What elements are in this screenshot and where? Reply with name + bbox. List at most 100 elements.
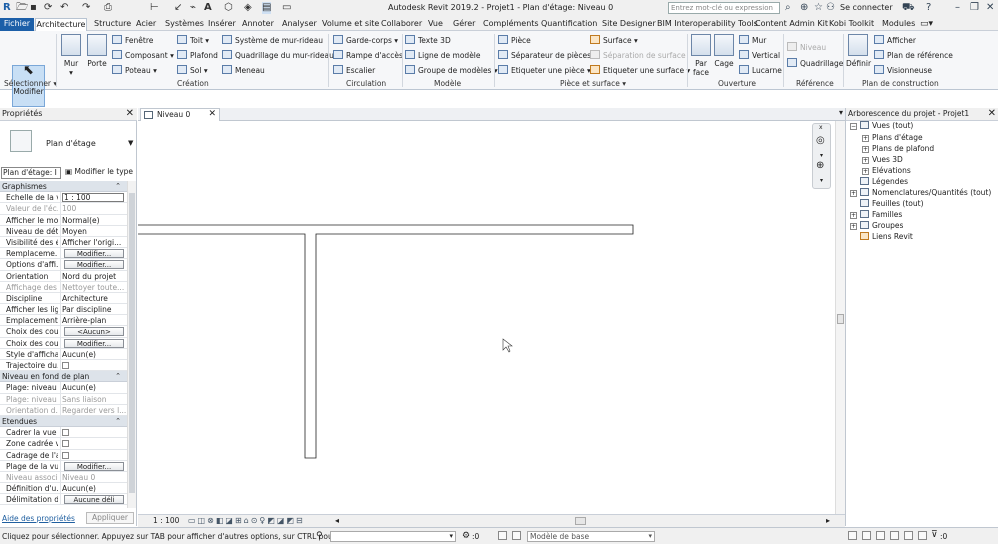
property-value-cell[interactable]: Modifier... bbox=[60, 337, 126, 348]
filter-icon[interactable]: ⊽ bbox=[931, 530, 938, 540]
aligned-dimension-icon[interactable]: ↙ bbox=[174, 2, 182, 14]
binoculars-icon[interactable]: ⌕ bbox=[785, 2, 791, 14]
editing-requests-icon[interactable]: ⚙ bbox=[462, 531, 470, 541]
expand-icon[interactable]: + bbox=[862, 167, 869, 175]
property-edit-button[interactable]: Aucune déli bbox=[64, 495, 124, 505]
minimize-button[interactable]: – bbox=[955, 2, 960, 14]
tree-node-nomenclatures[interactable]: + Nomenclatures/Quantités (tout) bbox=[850, 187, 991, 198]
property-value-cell[interactable]: Afficher l'origi... bbox=[60, 236, 126, 248]
collapse-icon[interactable]: ⌃ bbox=[115, 181, 121, 192]
view-control-icons[interactable]: ▭◫⊗◧◪⊞⌂⊙♀◩◪◩⊟ bbox=[188, 516, 305, 525]
wall-opening-button[interactable]: Mur bbox=[739, 35, 766, 46]
scrollbar-thumb[interactable] bbox=[837, 314, 844, 324]
area-button[interactable]: Surface ▾ bbox=[590, 35, 638, 46]
close-button[interactable]: ✕ bbox=[986, 2, 994, 14]
tag-room-button[interactable]: Etiqueter une pièce ▾ bbox=[498, 65, 591, 76]
ramp-button[interactable]: Rampe d'accès bbox=[333, 50, 403, 61]
property-value-cell[interactable]: 1 : 100 bbox=[60, 192, 126, 203]
show-work-plane-button[interactable]: Afficher bbox=[874, 35, 916, 46]
property-edit-button[interactable]: Modifier... bbox=[64, 338, 124, 348]
property-value-cell[interactable]: Modifier... bbox=[60, 259, 126, 270]
tab-gerer[interactable]: Gérer bbox=[453, 18, 475, 31]
expand-icon[interactable]: + bbox=[862, 134, 869, 142]
property-value-cell[interactable]: Moyen bbox=[60, 225, 126, 236]
viewer-button[interactable]: Visionneuse bbox=[874, 65, 932, 76]
tab-quantification[interactable]: Quantification bbox=[541, 18, 597, 31]
project-browser-close-button[interactable]: ✕ bbox=[988, 108, 996, 120]
tab-annoter[interactable]: Annoter bbox=[242, 18, 274, 31]
background-process-icon[interactable] bbox=[918, 531, 927, 540]
ceiling-button[interactable]: Plafond bbox=[177, 50, 218, 61]
property-input[interactable]: 1 : 100 bbox=[62, 193, 124, 203]
property-value-cell[interactable] bbox=[60, 438, 126, 449]
tab-content-admin-kit[interactable]: Content Admin Kit bbox=[755, 18, 828, 31]
tree-node-legendes[interactable]: Légendes bbox=[860, 176, 908, 187]
expand-icon[interactable]: + bbox=[850, 189, 857, 197]
text-icon[interactable]: A bbox=[204, 2, 212, 14]
property-edit-button[interactable]: Modifier... bbox=[64, 249, 124, 259]
property-section-header[interactable]: Graphismes ⌃ bbox=[0, 181, 127, 193]
redo-icon[interactable]: ↷ bbox=[82, 2, 90, 14]
tag-icon[interactable]: ⌁ bbox=[190, 2, 196, 14]
room-separator-button[interactable]: Séparateur de pièces bbox=[498, 50, 591, 61]
tab-collaborer[interactable]: Collaborer bbox=[381, 18, 422, 31]
section-icon[interactable]: ◈ bbox=[244, 2, 252, 14]
chevron-down-icon[interactable]: ▾ bbox=[820, 177, 823, 184]
property-checkbox[interactable] bbox=[62, 440, 69, 448]
tab-fichier[interactable]: Fichier bbox=[0, 18, 34, 31]
close-icon[interactable]: x bbox=[819, 124, 823, 131]
property-value-cell[interactable]: Normal(e) bbox=[60, 214, 126, 225]
canvas-vertical-scrollbar[interactable] bbox=[835, 121, 845, 514]
tab-acier[interactable]: Acier bbox=[136, 18, 156, 31]
tab-architecture[interactable]: Architecture bbox=[35, 18, 87, 31]
collapse-icon[interactable]: ⌃ bbox=[115, 416, 121, 427]
properties-scrollbar[interactable] bbox=[127, 181, 136, 508]
tree-node-vues[interactable]: − Vues (tout) bbox=[850, 121, 913, 131]
room-button[interactable]: Pièce bbox=[498, 35, 531, 46]
apply-button[interactable]: Appliquer bbox=[86, 512, 134, 524]
property-value-cell[interactable]: Aucun(e) bbox=[60, 483, 126, 494]
zoom-icon[interactable]: ⊕ bbox=[816, 160, 824, 171]
tab-list-icon[interactable]: ▾ bbox=[839, 108, 843, 117]
property-value-cell[interactable]: Par discipline bbox=[60, 304, 126, 315]
property-edit-button[interactable]: Modifier... bbox=[64, 461, 124, 471]
floor-button[interactable]: Sol ▾ bbox=[177, 65, 208, 76]
property-value-cell[interactable] bbox=[60, 360, 126, 371]
save-icon[interactable]: ▪ bbox=[30, 2, 37, 14]
instance-filter-select[interactable]: Plan d'étage: I ▾ bbox=[1, 167, 61, 187]
tab-kobi-toolkit[interactable]: Kobi Toolkit bbox=[829, 18, 874, 31]
property-edit-button[interactable]: <Aucun> bbox=[64, 327, 124, 337]
design-options-icon[interactable] bbox=[498, 531, 507, 540]
tab-vue[interactable]: Vue bbox=[428, 18, 443, 31]
scroll-left-icon[interactable]: ◂ bbox=[335, 516, 339, 525]
mullion-button[interactable]: Meneau bbox=[222, 65, 265, 76]
curtain-system-button[interactable]: Système de mur-rideau bbox=[222, 35, 323, 46]
tree-node-vues-3d[interactable]: + Vues 3D bbox=[862, 155, 903, 165]
property-section-header[interactable]: Niveau en fond de plan ⌃ bbox=[0, 371, 127, 383]
type-selector[interactable]: Plan d'étage bbox=[46, 139, 96, 148]
tree-node-liens-revit[interactable]: Liens Revit bbox=[860, 231, 913, 242]
property-section-header[interactable]: Etendues ⌃ bbox=[0, 415, 127, 428]
scrollbar-thumb[interactable] bbox=[129, 193, 135, 493]
drawing-canvas[interactable]: x ◎ ▾ ⊕ ▾ bbox=[138, 121, 835, 514]
property-checkbox[interactable] bbox=[62, 362, 69, 369]
property-value-cell[interactable]: Aucune déli bbox=[60, 494, 126, 505]
property-checkbox[interactable] bbox=[62, 451, 69, 459]
edit-type-button[interactable]: ▣ Modifier le type bbox=[65, 167, 133, 177]
tab-complements[interactable]: Compléments bbox=[483, 18, 539, 31]
tree-node-plans-etage[interactable]: + Plans d'étage bbox=[862, 133, 923, 143]
tree-node-familles[interactable]: + Familles bbox=[850, 209, 902, 220]
model-line-button[interactable]: Ligne de modèle bbox=[405, 50, 481, 61]
model-group-button[interactable]: Groupe de modèles ▾ bbox=[405, 65, 498, 76]
property-edit-button[interactable]: Modifier... bbox=[64, 260, 124, 270]
undo-icon[interactable]: ↶ bbox=[60, 2, 68, 14]
chevron-down-icon[interactable]: ▼ bbox=[128, 139, 133, 147]
design-option-select[interactable]: Modèle de base ▾ bbox=[527, 531, 655, 542]
select-links-icon[interactable] bbox=[848, 531, 857, 540]
tab-modules[interactable]: Modules bbox=[882, 18, 915, 31]
wall-outline[interactable] bbox=[138, 224, 634, 459]
property-value-cell[interactable]: Modifier... bbox=[60, 460, 126, 471]
tab-inserer[interactable]: Insérer bbox=[208, 18, 236, 31]
ribbon-options-icon[interactable]: ▭▾ bbox=[920, 18, 933, 31]
tab-site-designer[interactable]: Site Designer bbox=[602, 18, 656, 31]
